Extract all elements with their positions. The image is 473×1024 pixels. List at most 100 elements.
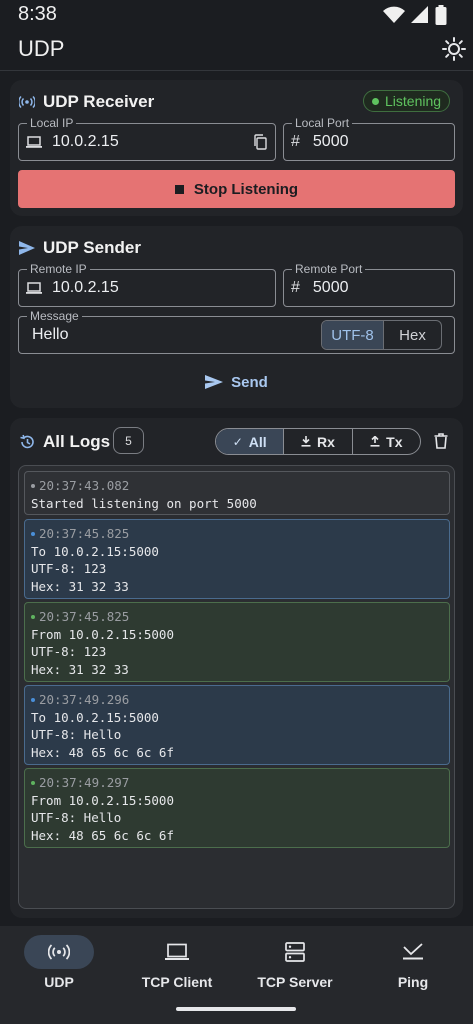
- log-time: 20:37:49.297: [39, 775, 130, 790]
- delete-icon[interactable]: [434, 433, 448, 449]
- broadcast-icon: [19, 95, 35, 109]
- send-button[interactable]: Send: [18, 364, 455, 400]
- filter-all-label: All: [248, 433, 267, 450]
- remote-ip-field[interactable]: Remote IP 10.0.2.15: [18, 262, 276, 307]
- udp-receiver-card: UDP Receiver Listening Local IP 10.0.2.1…: [10, 80, 463, 216]
- local-ip-field[interactable]: Local IP 10.0.2.15: [18, 116, 276, 161]
- battery-icon: [435, 5, 447, 25]
- nav-udp[interactable]: UDP: [0, 926, 118, 1006]
- hash-icon: #: [291, 279, 300, 296]
- message-value: Hello: [32, 326, 69, 343]
- laptop-icon: [165, 943, 189, 960]
- nav-tcp-client-label: TCP Client: [141, 974, 213, 990]
- log-count-badge: 5: [113, 427, 144, 454]
- log-timestamp: 20:37:45.825: [31, 525, 443, 543]
- ping-icon: [403, 943, 423, 960]
- upload-icon: [370, 436, 380, 447]
- message-field[interactable]: Message Hello UTF-8 Hex: [18, 309, 455, 354]
- home-indicator[interactable]: [176, 1007, 296, 1011]
- log-line: From 10.0.2.15:5000: [31, 792, 174, 808]
- local-port-label: Local Port: [292, 116, 353, 130]
- hash-icon: #: [291, 133, 300, 150]
- log-line: Hex: 31 32 33: [31, 578, 129, 594]
- nav-tcp-server-label: TCP Server: [257, 974, 333, 990]
- nav-tcp-server[interactable]: TCP Server: [236, 926, 354, 1006]
- receiver-title: UDP Receiver: [43, 92, 155, 111]
- log-line: Started listening on port 5000: [31, 495, 257, 511]
- download-icon: [301, 436, 311, 447]
- log-line: UTF-8: 123: [31, 644, 107, 659]
- filter-rx-label: Rx: [317, 433, 335, 450]
- log-list[interactable]: 20:37:43.082 Started listening on port 5…: [18, 465, 455, 909]
- sender-header: UDP Sender: [19, 238, 141, 258]
- nav-tcp-client[interactable]: TCP Client: [118, 926, 236, 1006]
- encoding-toggle: UTF-8 Hex: [321, 320, 442, 350]
- log-entry: 20:37:45.825 To 10.0.2.15:5000 UTF-8: 12…: [24, 519, 450, 599]
- filter-tx[interactable]: Tx: [351, 429, 420, 454]
- encoding-utf8-option[interactable]: UTF-8: [322, 321, 383, 349]
- cell-signal-icon: [411, 6, 428, 23]
- log-time: 20:37:43.082: [39, 478, 130, 493]
- log-timestamp: 20:37:49.297: [31, 774, 443, 792]
- remote-port-label: Remote Port: [292, 262, 366, 276]
- log-filter: ✓ All Rx Tx: [215, 428, 421, 455]
- copy-icon[interactable]: [253, 134, 267, 150]
- server-icon: [285, 942, 305, 962]
- remote-port-value: 5000: [312, 279, 349, 296]
- local-ip-value: 10.0.2.15: [52, 133, 119, 150]
- send-icon: [205, 375, 224, 389]
- stop-listening-button[interactable]: Stop Listening: [18, 170, 455, 208]
- encoding-hex-option[interactable]: Hex: [382, 321, 441, 349]
- log-time: 20:37:45.825: [39, 526, 130, 541]
- log-dot: [31, 697, 35, 702]
- log-line: UTF-8: Hello: [31, 810, 122, 825]
- log-dot: [31, 531, 35, 536]
- log-timestamp: 20:37:45.825: [31, 608, 443, 626]
- nav-ping-label: Ping: [397, 974, 429, 990]
- listening-text: Listening: [385, 93, 442, 109]
- sender-title: UDP Sender: [43, 238, 141, 257]
- log-timestamp: 20:37:49.296: [31, 691, 443, 709]
- log-line: Hex: 48 65 6c 6c 6f: [31, 827, 174, 843]
- nav-ping[interactable]: Ping: [354, 926, 472, 1006]
- check-icon: ✓: [232, 434, 243, 449]
- remote-ip-label: Remote IP: [27, 262, 90, 276]
- history-icon: [20, 434, 34, 449]
- log-time: 20:37:49.296: [39, 692, 130, 707]
- log-line: To 10.0.2.15:5000: [31, 709, 159, 725]
- broadcast-icon: [48, 944, 70, 960]
- log-time: 20:37:45.825: [39, 609, 130, 624]
- log-dot: [31, 614, 35, 619]
- appbar-divider: [0, 70, 473, 71]
- laptop-icon: [26, 282, 42, 294]
- nav-tcp-client-pill: [142, 935, 212, 969]
- nav-udp-label: UDP: [44, 974, 74, 990]
- nav-tcp-server-pill: [260, 935, 330, 969]
- filter-tx-label: Tx: [386, 433, 403, 450]
- nav-ping-pill: [378, 935, 448, 969]
- log-entry: 20:37:45.825 From 10.0.2.15:5000 UTF-8: …: [24, 602, 450, 682]
- remote-port-field[interactable]: Remote Port # 5000: [283, 262, 455, 307]
- log-line: UTF-8: 123: [31, 561, 107, 576]
- status-time: 8:38: [18, 3, 57, 25]
- receiver-header: UDP Receiver: [19, 92, 154, 112]
- log-entry: 20:37:49.297 From 10.0.2.15:5000 UTF-8: …: [24, 768, 450, 848]
- local-port-value: 5000: [312, 133, 349, 150]
- log-dot: [31, 780, 35, 785]
- local-port-field[interactable]: Local Port # 5000: [283, 116, 455, 161]
- log-entry: 20:37:43.082 Started listening on port 5…: [24, 471, 450, 515]
- log-line: UTF-8: Hello: [31, 727, 122, 742]
- filter-all[interactable]: ✓ All: [216, 429, 284, 454]
- filter-rx[interactable]: Rx: [283, 429, 351, 454]
- logs-card: All Logs 5 ✓ All Rx Tx 20:37:43.082 Star…: [10, 418, 463, 918]
- message-label: Message: [27, 309, 82, 323]
- app-title: UDP: [18, 36, 65, 61]
- remote-ip-value: 10.0.2.15: [52, 279, 119, 296]
- log-line: To 10.0.2.15:5000: [31, 543, 159, 559]
- log-dot: [31, 483, 35, 488]
- logs-header: All Logs: [19, 432, 110, 452]
- light-mode-icon[interactable]: [442, 37, 466, 61]
- log-timestamp: 20:37:43.082: [31, 477, 443, 495]
- send-icon: [19, 241, 35, 255]
- nav-udp-pill: [24, 935, 94, 969]
